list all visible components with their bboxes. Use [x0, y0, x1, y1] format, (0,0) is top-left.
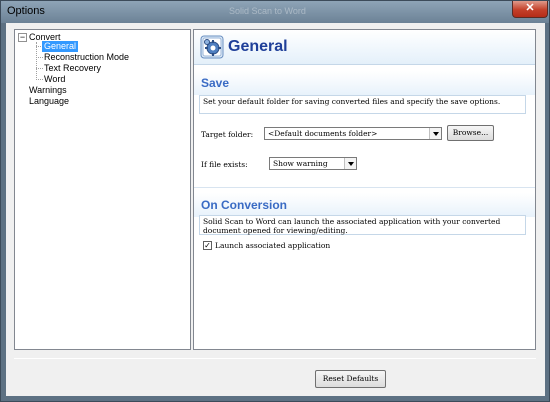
tree-item-text-recovery[interactable]: Text Recovery	[44, 63, 101, 74]
target-folder-label: Target folder:	[201, 130, 254, 139]
window-title: Options	[7, 5, 45, 17]
tree-guide-line	[36, 79, 43, 80]
options-window: Options Solid Scan to Word ✕ − Convert G…	[0, 0, 550, 402]
footer-separator	[14, 358, 536, 359]
target-folder-value: <Default documents folder>	[268, 129, 378, 138]
tree-guide-line	[36, 57, 43, 58]
close-icon: ✕	[525, 2, 535, 14]
options-tree[interactable]: − Convert General Reconstruction Mode Te…	[14, 29, 191, 350]
tree-item-language[interactable]: Language	[29, 96, 69, 107]
chevron-down-icon[interactable]	[344, 158, 356, 169]
settings-gear-icon	[200, 35, 224, 59]
tree-item-general[interactable]: General	[42, 41, 79, 52]
close-button[interactable]: ✕	[512, 1, 548, 18]
checkmark-icon: ✓	[204, 241, 211, 250]
window-ghost-title: Solid Scan to Word	[229, 6, 306, 16]
panel-title: General	[228, 38, 288, 55]
chevron-down-icon[interactable]	[429, 128, 441, 139]
save-section-header: Save	[194, 71, 535, 95]
target-folder-select[interactable]: <Default documents folder>	[264, 127, 442, 140]
conversion-description: Solid Scan to Word can launch the associ…	[199, 215, 526, 235]
conversion-heading: On Conversion	[201, 198, 288, 212]
if-exists-select[interactable]: Show warning	[269, 157, 357, 170]
launch-app-checkbox[interactable]: ✓	[203, 241, 212, 250]
launch-app-label[interactable]: Launch associated application	[215, 241, 330, 250]
browse-button[interactable]: Browse...	[447, 125, 494, 141]
reset-defaults-button[interactable]: Reset Defaults	[315, 370, 386, 388]
settings-panel: General Save Set your default folder for…	[193, 29, 536, 350]
dialog-client: − Convert General Reconstruction Mode Te…	[6, 23, 545, 396]
tree-item-reconstruction-mode[interactable]: Reconstruction Mode	[44, 52, 129, 63]
tree-item-word[interactable]: Word	[44, 74, 65, 85]
tree-guide-line	[36, 68, 43, 69]
section-divider	[194, 187, 535, 188]
if-exists-value: Show warning	[273, 159, 328, 168]
collapse-icon[interactable]: −	[18, 33, 27, 42]
save-heading: Save	[201, 76, 230, 90]
if-exists-label: If file exists:	[201, 160, 248, 169]
save-description: Set your default folder for saving conve…	[199, 95, 526, 114]
panel-header: General	[194, 30, 535, 65]
conversion-section-header: On Conversion	[194, 193, 535, 217]
tree-guide-line	[36, 42, 37, 80]
tree-item-warnings[interactable]: Warnings	[29, 85, 67, 96]
title-bar[interactable]: Options Solid Scan to Word ✕	[1, 1, 549, 23]
